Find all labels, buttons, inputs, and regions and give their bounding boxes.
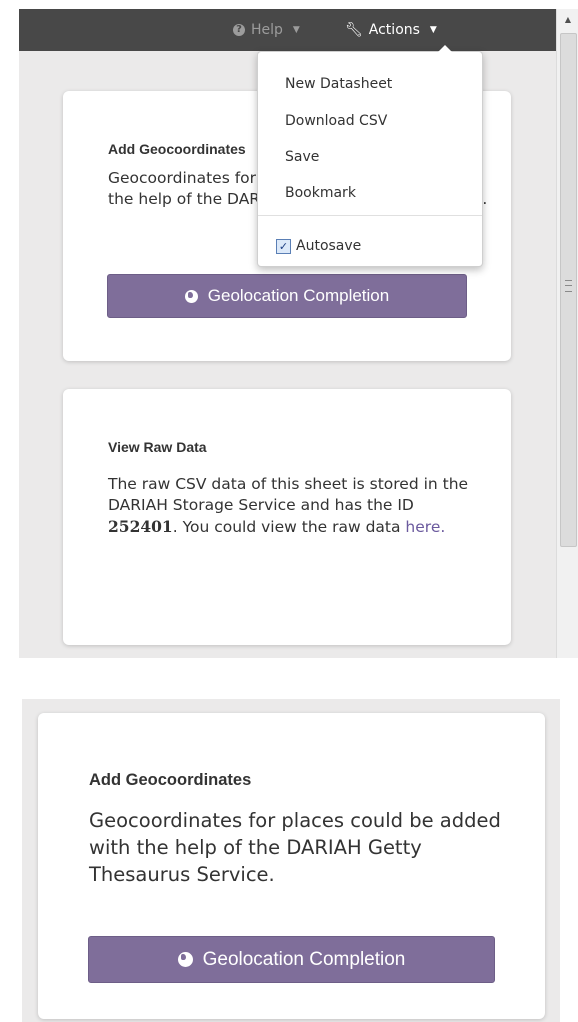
- caret-down-icon: ▼: [292, 25, 300, 35]
- scroll-thumb[interactable]: [560, 33, 577, 547]
- navbar: ? Help ▼ 🔧︎ Actions ▼: [19, 9, 556, 51]
- help-menu[interactable]: ? Help ▼: [233, 9, 300, 51]
- autosave-checkbox[interactable]: ✓: [276, 238, 291, 254]
- help-menu-label: Help: [251, 22, 283, 38]
- card-title: Add Geocoordinates: [108, 141, 246, 157]
- geolocation-completion-button[interactable]: Geolocation Completion: [88, 936, 495, 983]
- vertical-scrollbar[interactable]: ▲: [556, 9, 578, 658]
- card-title: Add Geocoordinates: [89, 771, 252, 789]
- raw-text-before-id: The raw CSV data of this sheet is stored…: [108, 475, 469, 514]
- actions-menu[interactable]: 🔧︎ Actions ▼: [345, 9, 437, 51]
- bottom-screenshot-panel: Add Geocoordinates Geocoordinates for pl…: [22, 699, 560, 1022]
- menu-item-new-datasheet[interactable]: New Datasheet: [285, 76, 392, 92]
- actions-menu-label: Actions: [368, 22, 420, 38]
- top-screenshot-panel: ? Help ▼ 🔧︎ Actions ▼ ▲ Add Geocoordinat…: [19, 9, 578, 658]
- geolocation-completion-button[interactable]: Geolocation Completion: [107, 274, 467, 318]
- raw-text-after-id: . You could view the raw data: [172, 518, 406, 536]
- caret-down-icon: ▼: [429, 25, 437, 35]
- raw-data-link[interactable]: here.: [405, 518, 445, 536]
- card-description: Geocoordinates for places could be added…: [89, 809, 501, 886]
- wrench-icon: 🔧︎: [345, 22, 363, 38]
- sheet-id: 252401: [108, 517, 173, 536]
- card-title: View Raw Data: [108, 439, 207, 455]
- menu-item-save[interactable]: Save: [285, 149, 319, 165]
- autosave-toggle[interactable]: ✓ Autosave: [276, 238, 361, 254]
- help-icon: ?: [233, 24, 245, 36]
- menu-item-bookmark[interactable]: Bookmark: [285, 185, 356, 201]
- button-label: Geolocation Completion: [207, 286, 390, 305]
- autosave-label: Autosave: [296, 238, 362, 254]
- button-label: Geolocation Completion: [202, 948, 406, 970]
- globe-icon: [177, 952, 193, 967]
- menu-item-download-csv[interactable]: Download CSV: [285, 113, 387, 129]
- raw-data-card: View Raw Data The raw CSV data of this s…: [63, 389, 511, 645]
- card-description: The raw CSV data of this sheet is stored…: [108, 474, 488, 538]
- geocoordinates-card-zoomed: Add Geocoordinates Geocoordinates for pl…: [38, 713, 545, 1019]
- globe-icon: [184, 289, 198, 303]
- actions-dropdown-menu: New Datasheet Download CSV Save Bookmark…: [257, 45, 483, 267]
- scroll-up-arrow-icon[interactable]: ▲: [557, 9, 578, 31]
- scroll-grip-icon: [565, 280, 572, 292]
- menu-divider: [258, 215, 482, 216]
